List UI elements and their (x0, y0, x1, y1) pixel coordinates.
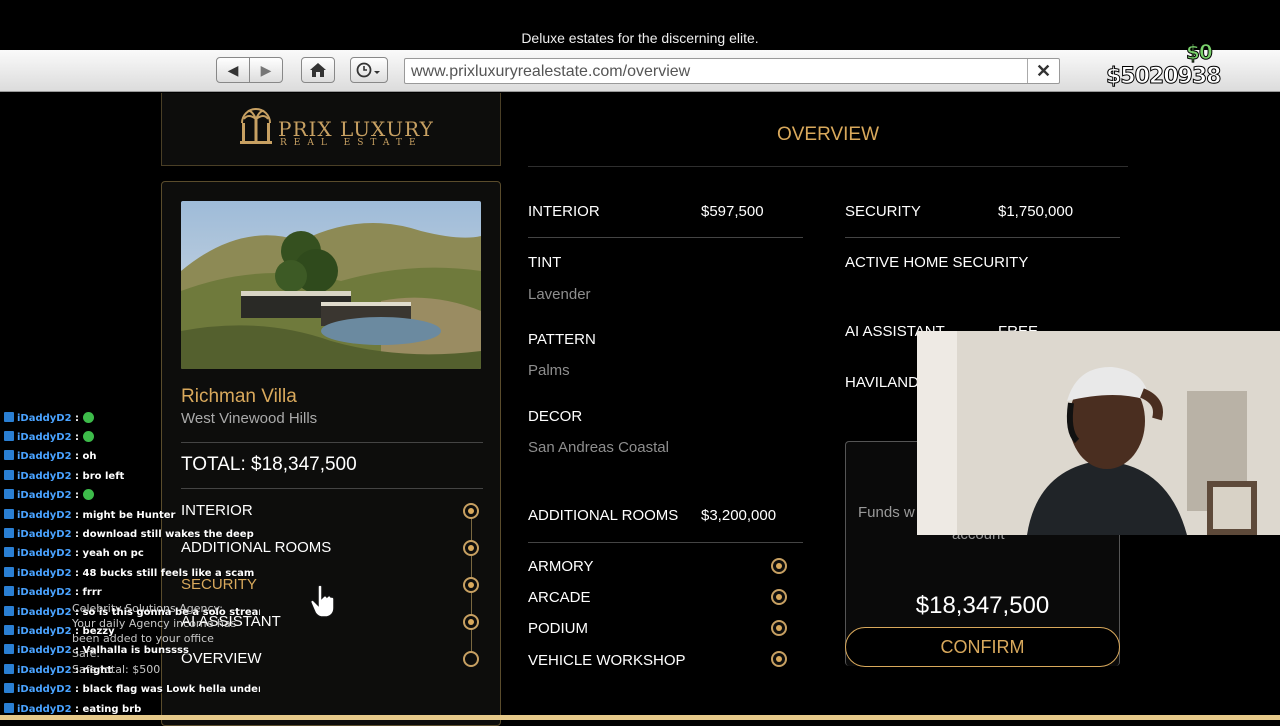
notification-line: Your daily Agency income has (72, 617, 237, 630)
room-item: VEHICLE WORKSHOP (528, 652, 686, 669)
back-arrow-icon: ◀ (227, 61, 239, 78)
chat-badge-icon (4, 450, 14, 460)
notification-line: been added to your office (72, 632, 214, 645)
notification-line: Safe. (72, 647, 100, 660)
browser-toolbar: ◀ ▶ www.prixluxuryrealestate.com/overvie… (0, 50, 1280, 92)
logo-subtitle: REAL ESTATE (280, 138, 423, 148)
divider (845, 237, 1120, 238)
additional-rooms-heading: ADDITIONAL ROOMS (528, 507, 679, 524)
chat-message: iDaddyD2 : (4, 431, 94, 447)
home-button[interactable] (301, 57, 335, 83)
address-bar[interactable]: www.prixluxuryrealestate.com/overview ✕ (404, 58, 1060, 84)
emote-icon (82, 412, 94, 423)
funds-notice: Funds w (858, 504, 915, 521)
chat-badge-icon (4, 683, 14, 693)
decor-value: San Andreas Coastal (528, 439, 669, 456)
security-heading: SECURITY (845, 203, 921, 220)
chat-message: iDaddyD2 : 48 bucks still feels like a s… (4, 567, 254, 583)
room-check (771, 651, 787, 667)
tint-label: TINT (528, 254, 562, 271)
step-security-check (463, 577, 479, 593)
chat-badge-icon (4, 567, 14, 577)
chat-badge-icon (4, 489, 14, 499)
palm-logo-icon (240, 108, 272, 144)
property-name: Richman Villa (181, 386, 297, 407)
chat-badge-icon (4, 703, 14, 713)
webcam-overlay (917, 331, 1280, 535)
chat-badge-icon (4, 412, 14, 422)
forward-button[interactable]: ▶ (249, 57, 283, 83)
chat-badge-icon (4, 644, 14, 654)
notification-line: Celebrity Solutions Agency: (72, 602, 223, 615)
chat-badge-icon (4, 547, 14, 557)
chat-message: iDaddyD2 : bro left (4, 470, 124, 486)
chat-message: iDaddyD2 : oh (4, 450, 97, 466)
room-item: ARMORY (528, 558, 594, 575)
chat-badge-icon (4, 664, 14, 674)
chat-message: iDaddyD2 : (4, 412, 94, 428)
room-item: PODIUM (528, 620, 588, 637)
property-image (181, 201, 481, 369)
chat-badge-icon (4, 625, 14, 635)
interior-price: $597,500 (701, 203, 764, 220)
security-item: ACTIVE HOME SECURITY (845, 254, 1029, 271)
bottom-accent-strip (0, 715, 1280, 720)
decor-label: DECOR (528, 408, 583, 425)
additional-rooms-price: $3,200,000 (701, 507, 777, 524)
emote-icon (82, 489, 94, 500)
confirm-button[interactable]: CONFIRM (845, 627, 1120, 667)
confirm-price: $18,347,500 (915, 592, 1050, 619)
clock-icon (356, 62, 380, 78)
chat-message: iDaddyD2 : download still wakes the deep (4, 528, 254, 544)
hand-cursor-icon (310, 584, 335, 618)
overview-title: OVERVIEW (776, 124, 880, 145)
chat-badge-icon (4, 528, 14, 538)
step-interior-check (463, 503, 479, 519)
pattern-value: Palms (528, 362, 570, 379)
interior-heading: INTERIOR (528, 203, 600, 220)
site-tagline: Deluxe estates for the discerning elite. (521, 30, 759, 46)
bank-cash-counter: $0 (1186, 40, 1214, 65)
security-price: $1,750,000 (998, 203, 1074, 220)
chat-badge-icon (4, 431, 14, 441)
chat-message: iDaddyD2 : black flag was Lowk hella und… (4, 683, 260, 699)
pattern-label: PATTERN (528, 331, 596, 348)
step-additional-rooms-check (463, 540, 479, 556)
ai-assistant-item: HAVILAND (845, 374, 919, 391)
chat-message: iDaddyD2 : might be Hunter (4, 509, 175, 525)
chat-badge-icon (4, 470, 14, 480)
tint-value: Lavender (528, 286, 591, 303)
divider (528, 237, 803, 238)
chat-badge-icon (4, 586, 14, 596)
back-button[interactable]: ◀ (216, 57, 250, 83)
chat-message: iDaddyD2 : frrr (4, 586, 102, 602)
chat-badge-icon (4, 509, 14, 519)
notification-line: Safe total: $500 (72, 663, 161, 676)
step-ai-assistant-check (463, 614, 479, 630)
brand-logo-card: PRIX LUXURY REAL ESTATE (161, 93, 501, 166)
room-item: ARCADE (528, 589, 591, 606)
history-button[interactable] (350, 57, 388, 83)
room-check (771, 558, 787, 574)
close-icon[interactable]: ✕ (1027, 59, 1059, 83)
url-text[interactable]: www.prixluxuryrealestate.com/overview (411, 63, 690, 81)
chat-badge-icon (4, 606, 14, 616)
step-overview-check (463, 651, 479, 667)
home-icon (310, 63, 326, 77)
emote-icon (82, 431, 94, 442)
chat-message: iDaddyD2 : (4, 489, 94, 505)
forward-arrow-icon: ▶ (260, 61, 272, 78)
room-check (771, 620, 787, 636)
divider (528, 542, 803, 543)
divider (528, 166, 1128, 167)
chat-message: iDaddyD2 : yeah on pc (4, 547, 144, 563)
wallet-cash-counter: $5020938 (1105, 64, 1221, 90)
room-check (771, 589, 787, 605)
